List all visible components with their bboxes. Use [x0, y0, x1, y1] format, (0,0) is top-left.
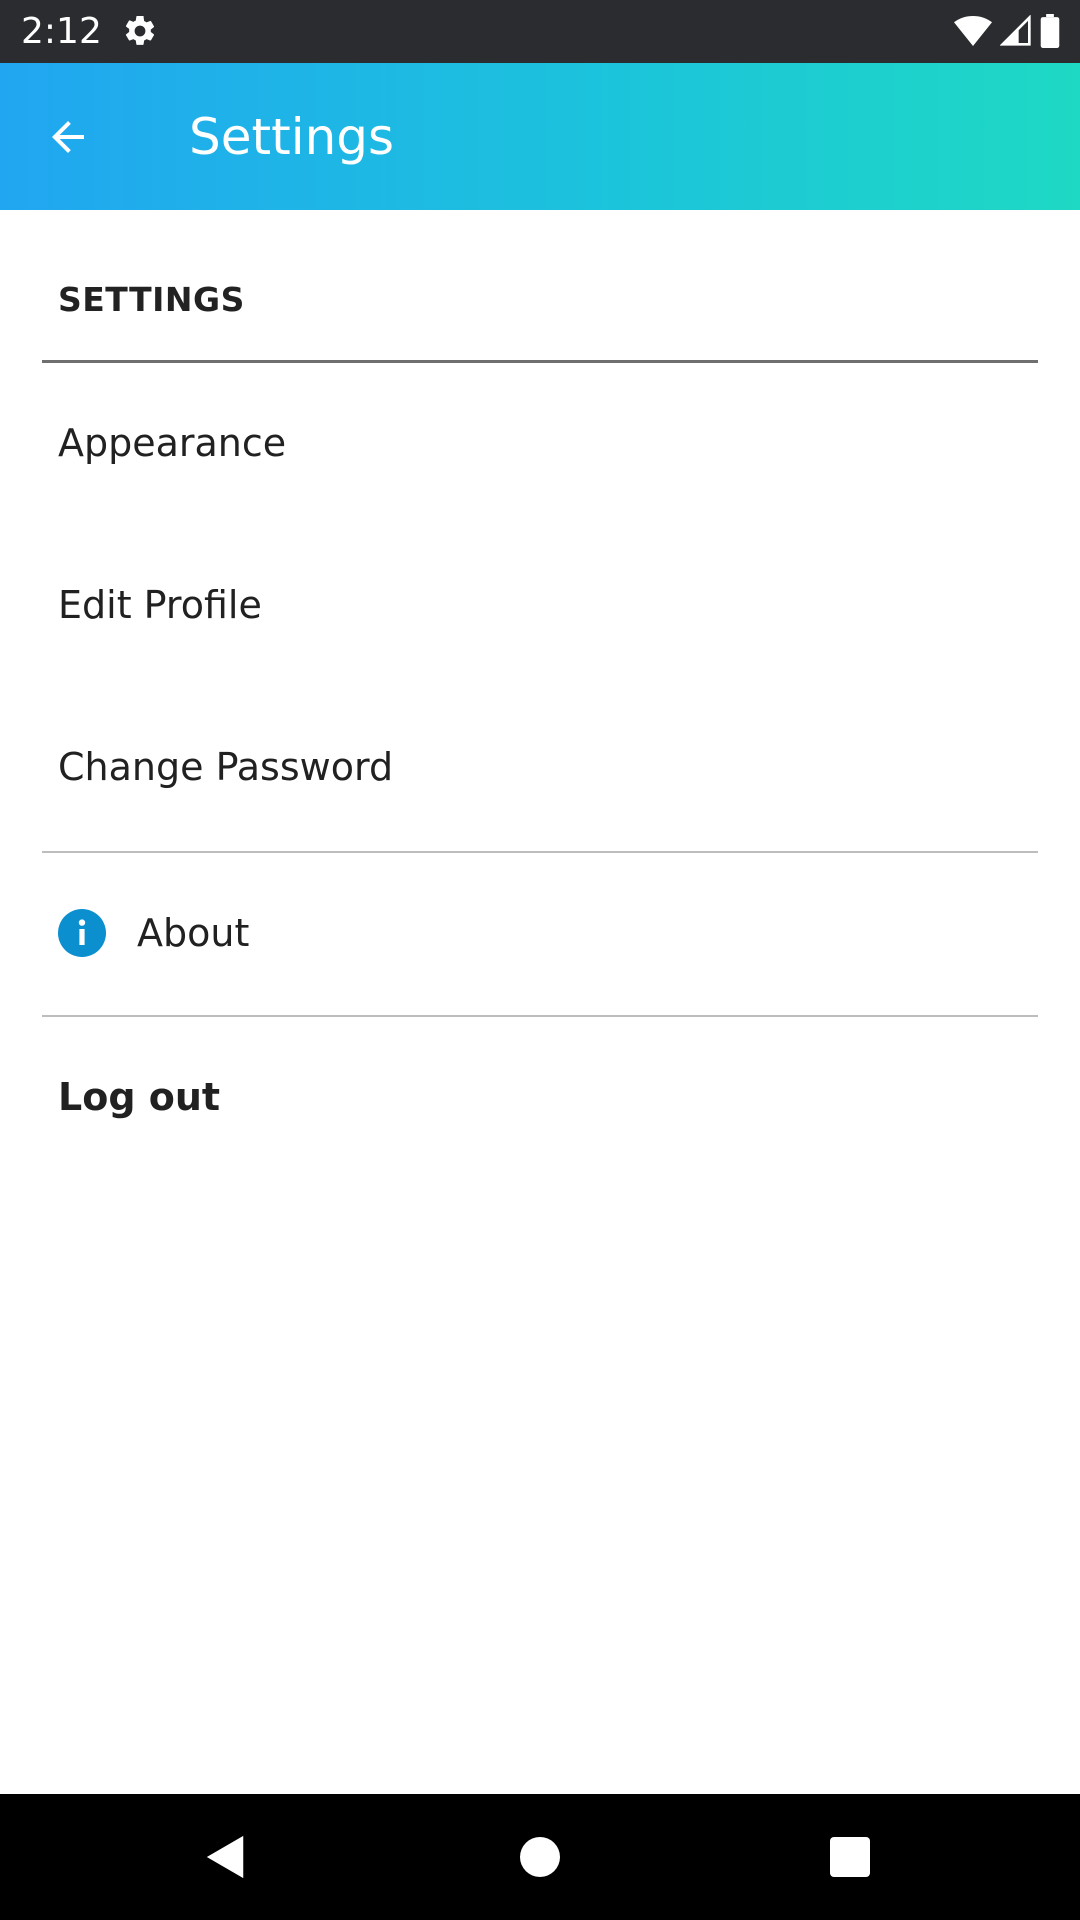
settings-screen: 2:12 Settings SETTINGS Appearance Edit P…	[0, 0, 1080, 1920]
status-bar: 2:12	[0, 0, 1080, 63]
wifi-icon	[954, 15, 992, 47]
settings-gear-icon	[125, 15, 155, 45]
app-bar: Settings	[0, 63, 1080, 210]
recents-square-icon	[830, 1837, 870, 1877]
page-title: Settings	[189, 108, 395, 166]
nav-back-button[interactable]	[200, 1831, 252, 1883]
menu-item-about[interactable]: About	[0, 853, 1080, 1013]
menu-item-edit-profile[interactable]: Edit Profile	[0, 525, 1080, 685]
arrow-back-icon	[52, 121, 84, 153]
nav-home-button[interactable]	[514, 1831, 566, 1883]
status-time: 2:12	[21, 11, 102, 52]
navigation-bar	[0, 1794, 1080, 1920]
menu-item-label: Appearance	[58, 421, 287, 465]
nav-recents-button[interactable]	[824, 1831, 876, 1883]
status-icons	[954, 13, 1060, 49]
info-icon	[58, 909, 106, 957]
logout-button[interactable]: Log out	[0, 1017, 1080, 1177]
menu-item-change-password[interactable]: Change Password	[0, 687, 1080, 847]
back-button[interactable]	[36, 105, 100, 169]
home-circle-icon	[520, 1837, 560, 1877]
battery-icon	[1040, 14, 1060, 48]
menu-item-label: Change Password	[58, 745, 394, 789]
section-header: SETTINGS	[58, 280, 245, 319]
menu-item-label: Edit Profile	[58, 583, 262, 627]
back-triangle-icon	[206, 1835, 244, 1879]
logout-label: Log out	[58, 1075, 221, 1119]
menu-item-appearance[interactable]: Appearance	[0, 363, 1080, 523]
cellular-signal-icon	[1000, 15, 1031, 46]
menu-item-label: About	[137, 911, 250, 955]
